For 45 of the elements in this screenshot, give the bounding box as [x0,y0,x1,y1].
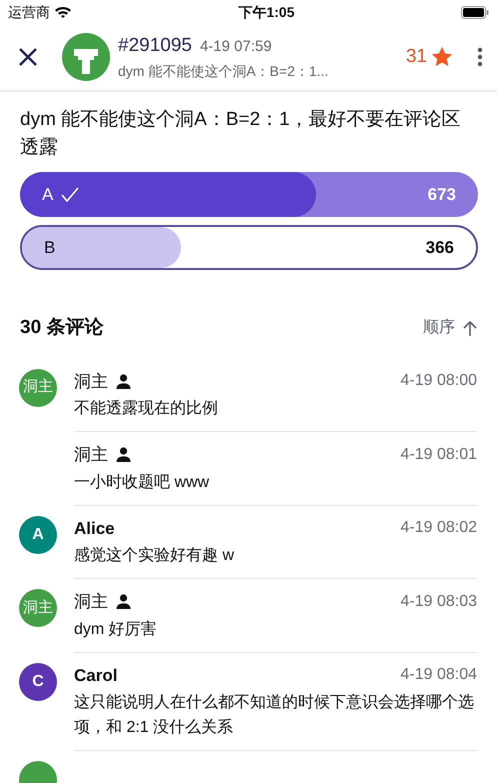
person-icon [116,594,131,610]
post-subtitle: dym 能不能使这个洞A：B=2：1... [118,62,330,81]
avatar: C [19,662,57,700]
close-icon[interactable] [18,47,38,67]
question-text: dym 能不能使这个洞A：B=2：1，最好不要在评论区透露 [19,108,462,160]
star-count: 31 [406,44,427,69]
avatar: A [19,516,57,554]
comment-text: 这只能说明人在什么都不知道的时候下意识会选择哪个选项，和 2:1 没什么关系 [74,692,475,738]
comment-text: 一小时收题吧 www [74,472,210,492]
commenter-name: 洞主 [74,591,108,613]
star-icon[interactable] [431,46,453,68]
battery-icon [461,6,489,18]
comment-text: 不能透露现在的比例 [74,398,219,419]
vote-count: 673 [428,184,456,206]
poll-option[interactable]: B 366 [20,225,478,270]
avatar: 洞主 [19,589,57,627]
commenter-name: Carol [74,664,118,686]
post-time: 4-19 07:59 [200,37,272,58]
comment-time: 4-19 08:01 [400,444,477,465]
sort-button[interactable]: 顺序 [423,316,477,340]
comment-time: 4-19 08:00 [400,371,477,392]
comment-text: dym 好厉害 [74,620,158,640]
person-icon [116,374,131,389]
avatar: 洞主 [19,368,57,406]
poll-option[interactable]: A 673 [20,172,478,217]
commenter-name: 洞主 [74,444,108,466]
comment-time: 4-19 08:04 [400,665,477,686]
comment-time: 4-19 08:02 [400,518,477,538]
comment-time: 4-19 08:03 [400,592,477,612]
hole-logo-icon [62,33,110,81]
comments-count: 30 条评论 [20,316,104,340]
wifi-icon [54,5,72,19]
check-icon [61,186,80,202]
option-label: A [42,184,54,206]
option-label: B [44,236,56,259]
post-id: #291095 [118,34,192,58]
vote-count: 366 [426,236,454,259]
person-icon [116,447,131,462]
commenter-name: Alice [74,518,115,540]
arrow-up-icon [463,320,477,336]
comment-text: 感觉这个实验好有趣 w [74,546,235,566]
commenter-name: 洞主 [74,370,108,392]
more-menu-icon[interactable] [477,47,483,67]
carrier-name: 运营商 [8,2,50,22]
clock-time: 下午1:05 [238,2,295,22]
